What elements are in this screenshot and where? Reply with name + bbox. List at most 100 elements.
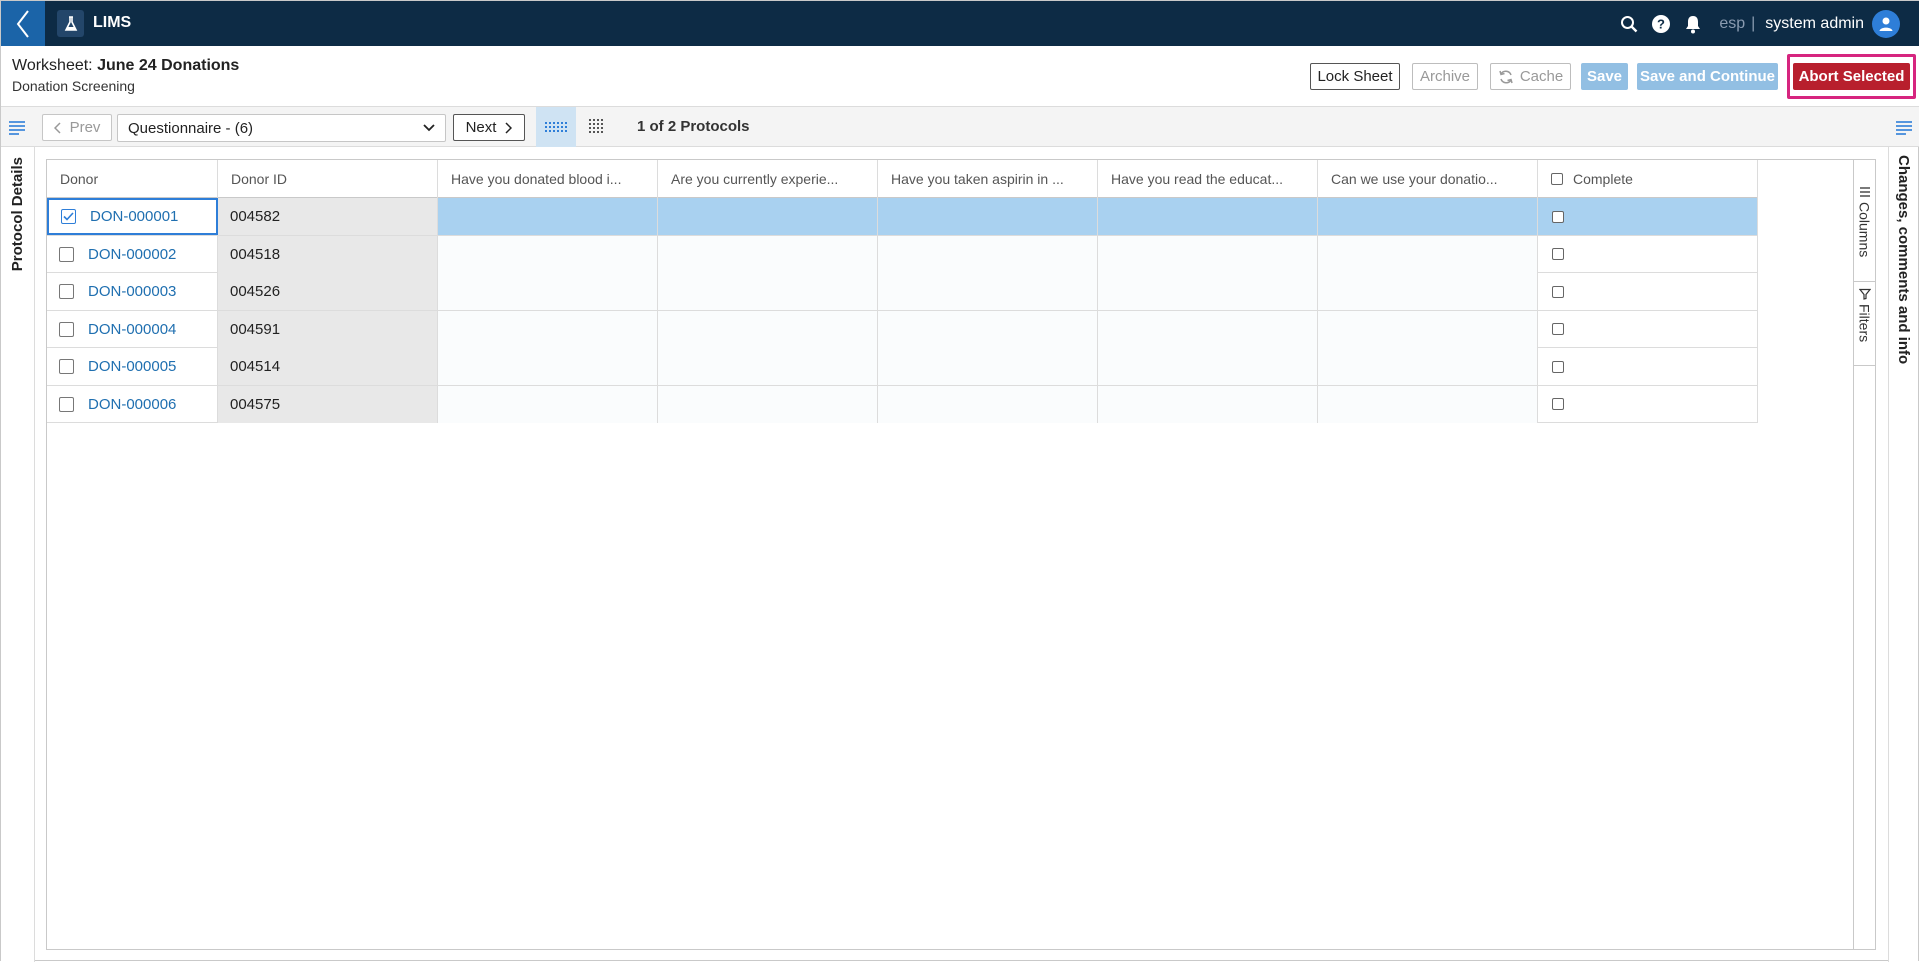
donor-cell[interactable]: DON-000006: [47, 385, 218, 423]
complete-checkbox[interactable]: [1552, 210, 1564, 223]
columns-tool-button[interactable]: Columns: [1854, 182, 1875, 282]
donor-cell[interactable]: DON-000001: [47, 198, 218, 235]
q2-cell[interactable]: [658, 235, 878, 273]
donor-id-cell[interactable]: 004518: [218, 235, 438, 273]
grid-view-toggle[interactable]: [576, 107, 616, 147]
back-button[interactable]: [1, 1, 45, 46]
avatar[interactable]: [1872, 9, 1900, 38]
table-row[interactable]: DON-000002 004518: [47, 235, 1758, 273]
column-header-q5[interactable]: Can we use your donatio...: [1318, 160, 1538, 198]
donor-cell[interactable]: DON-000005: [47, 348, 218, 385]
complete-checkbox[interactable]: [1552, 360, 1564, 373]
donor-cell[interactable]: DON-000003: [47, 273, 218, 310]
complete-checkbox[interactable]: [1552, 398, 1564, 410]
q5-cell[interactable]: [1318, 273, 1538, 310]
save-and-continue-button[interactable]: Save and Continue: [1637, 63, 1778, 90]
bell-icon[interactable]: [1677, 1, 1709, 46]
q4-cell[interactable]: [1098, 198, 1318, 235]
list-view-toggle[interactable]: [536, 107, 576, 147]
row-select-checkbox[interactable]: [59, 396, 74, 412]
table-row[interactable]: DON-000005 004514: [47, 348, 1758, 386]
q1-cell[interactable]: [438, 198, 658, 235]
donor-link[interactable]: DON-000004: [88, 321, 176, 338]
row-select-checkbox[interactable]: [59, 284, 74, 299]
help-icon[interactable]: ?: [1645, 1, 1677, 46]
complete-checkbox[interactable]: [1552, 285, 1564, 298]
search-icon[interactable]: [1613, 1, 1645, 46]
row-select-checkbox[interactable]: [61, 209, 76, 224]
q3-cell[interactable]: [878, 348, 1098, 385]
complete-all-checkbox[interactable]: [1551, 173, 1563, 185]
next-button[interactable]: Next: [453, 114, 525, 141]
q3-cell[interactable]: [878, 198, 1098, 235]
row-select-checkbox[interactable]: [59, 246, 74, 262]
donor-cell[interactable]: DON-000004: [47, 310, 218, 348]
filters-tool-button[interactable]: Filters: [1854, 282, 1875, 366]
q4-cell[interactable]: [1098, 348, 1318, 385]
table-row[interactable]: DON-000006 004575: [47, 385, 1758, 423]
protocol-select[interactable]: Questionnaire - (6): [117, 114, 446, 142]
q2-cell[interactable]: [658, 348, 878, 385]
column-header-q1[interactable]: Have you donated blood i...: [438, 160, 658, 198]
table-row[interactable]: DON-000001 004582: [47, 198, 1758, 236]
table-row[interactable]: DON-000003 004526: [47, 273, 1758, 311]
lock-sheet-button[interactable]: Lock Sheet: [1310, 63, 1400, 90]
menu-lines-icon[interactable]: [1894, 117, 1914, 137]
q4-cell[interactable]: [1098, 310, 1318, 348]
donor-link[interactable]: DON-000006: [88, 396, 176, 413]
q2-cell[interactable]: [658, 198, 878, 235]
menu-lines-icon[interactable]: [7, 117, 27, 137]
donor-id-cell[interactable]: 004582: [218, 198, 438, 235]
save-button[interactable]: Save: [1581, 63, 1628, 90]
q1-cell[interactable]: [438, 310, 658, 348]
donor-link[interactable]: DON-000005: [88, 358, 176, 375]
q4-cell[interactable]: [1098, 235, 1318, 273]
changes-comments-panel-toggle[interactable]: Changes, comments and info: [1888, 147, 1918, 962]
q4-cell[interactable]: [1098, 385, 1318, 423]
q2-cell[interactable]: [658, 273, 878, 310]
q5-cell[interactable]: [1318, 235, 1538, 273]
column-header-q4[interactable]: Have you read the educat...: [1098, 160, 1318, 198]
q2-cell[interactable]: [658, 385, 878, 423]
donor-link[interactable]: DON-000002: [88, 246, 176, 263]
abort-selected-button[interactable]: Abort Selected: [1793, 63, 1910, 90]
user-name[interactable]: system admin: [1765, 15, 1864, 33]
q3-cell[interactable]: [878, 235, 1098, 273]
donor-id-cell[interactable]: 004591: [218, 310, 438, 348]
donor-link[interactable]: DON-000001: [90, 208, 178, 225]
row-select-checkbox[interactable]: [59, 321, 74, 337]
q3-cell[interactable]: [878, 273, 1098, 310]
q5-cell[interactable]: [1318, 385, 1538, 423]
q5-cell[interactable]: [1318, 310, 1538, 348]
q1-cell[interactable]: [438, 235, 658, 273]
column-header-donor[interactable]: Donor: [47, 160, 218, 198]
q5-cell[interactable]: [1318, 348, 1538, 385]
q4-cell[interactable]: [1098, 273, 1318, 310]
table-row[interactable]: DON-000004 004591: [47, 310, 1758, 348]
q1-cell[interactable]: [438, 273, 658, 310]
row-select-checkbox[interactable]: [59, 359, 74, 374]
donor-link[interactable]: DON-000003: [88, 283, 176, 300]
q5-cell[interactable]: [1318, 198, 1538, 235]
donor-id-cell[interactable]: 004514: [218, 348, 438, 385]
prev-button[interactable]: Prev: [42, 114, 112, 141]
cache-button[interactable]: Cache: [1490, 63, 1571, 90]
column-header-q3[interactable]: Have you taken aspirin in ...: [878, 160, 1098, 198]
column-header-donor-id[interactable]: Donor ID: [218, 160, 438, 198]
protocol-details-panel-toggle[interactable]: Protocol Details: [1, 147, 35, 962]
complete-checkbox[interactable]: [1552, 323, 1564, 335]
archive-button[interactable]: Archive: [1412, 63, 1478, 90]
donor-cell[interactable]: DON-000002: [47, 235, 218, 273]
q3-cell[interactable]: [878, 310, 1098, 348]
donor-id-cell[interactable]: 004575: [218, 385, 438, 423]
q1-cell[interactable]: [438, 385, 658, 423]
q3-cell[interactable]: [878, 385, 1098, 423]
column-header-complete[interactable]: Complete: [1538, 160, 1758, 198]
app-name[interactable]: LIMS: [93, 14, 131, 32]
q2-cell[interactable]: [658, 310, 878, 348]
complete-checkbox[interactable]: [1552, 248, 1564, 260]
donor-id-cell[interactable]: 004526: [218, 273, 438, 310]
q1-cell[interactable]: [438, 348, 658, 385]
column-header-q2[interactable]: Are you currently experie...: [658, 160, 878, 198]
complete-cell: [1538, 235, 1758, 273]
